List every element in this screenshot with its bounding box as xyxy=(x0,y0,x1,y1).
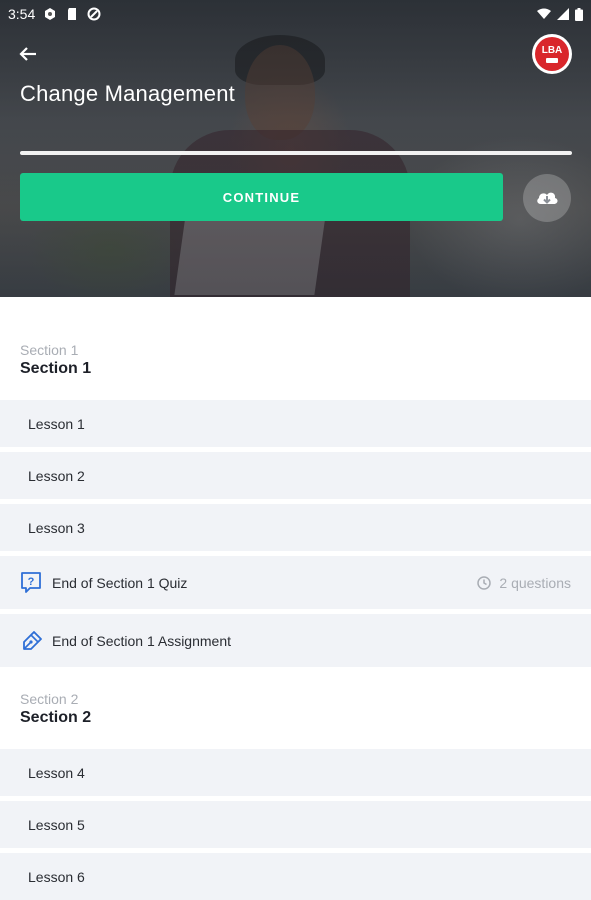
cell-signal-icon xyxy=(557,8,569,20)
lesson-row[interactable]: Lesson 5 xyxy=(0,801,591,848)
section-header: Section 2 Section 2 xyxy=(0,667,591,749)
lesson-row[interactable]: Lesson 6 xyxy=(0,853,591,900)
assignment-row[interactable]: End of Section 1 Assignment xyxy=(0,614,591,667)
school-logo: LBA xyxy=(532,34,572,74)
lesson-row[interactable]: Lesson 3 xyxy=(0,504,591,551)
lesson-label: Lesson 6 xyxy=(28,868,85,885)
lesson-row[interactable]: Lesson 1 xyxy=(0,400,591,447)
continue-button[interactable]: CONTINUE xyxy=(20,173,503,221)
lesson-row[interactable]: Lesson 2 xyxy=(0,452,591,499)
settings-status-icon xyxy=(45,8,56,20)
section-kicker: Section 1 xyxy=(20,342,79,358)
status-bar: 3:54 xyxy=(0,0,591,28)
lesson-label: Lesson 3 xyxy=(28,519,85,536)
status-time: 3:54 xyxy=(8,6,36,22)
battery-icon xyxy=(575,7,583,21)
graduation-cap-icon xyxy=(546,57,558,63)
lesson-label: Lesson 2 xyxy=(28,467,85,484)
cloud-download-icon xyxy=(537,192,558,204)
quiz-row[interactable]: ? End of Section 1 Quiz 2 questions xyxy=(0,556,591,609)
arrow-left-icon xyxy=(19,47,36,61)
course-hero-image xyxy=(0,0,591,297)
wifi-icon xyxy=(537,8,551,19)
section-header: Section 1 Section 1 xyxy=(0,297,591,400)
sd-card-icon xyxy=(68,8,77,20)
data-saver-icon xyxy=(87,7,101,21)
lesson-label: Lesson 4 xyxy=(28,764,85,781)
quiz-meta: 2 questions xyxy=(477,575,571,591)
quiz-icon: ? xyxy=(21,571,41,593)
svg-text:?: ? xyxy=(28,576,35,588)
section-title: Section 2 xyxy=(20,709,92,726)
section-title: Section 1 xyxy=(20,360,92,377)
clock-icon xyxy=(477,575,492,590)
lesson-label: Lesson 5 xyxy=(28,816,85,833)
section-kicker: Section 2 xyxy=(20,691,79,707)
quiz-question-count: 2 questions xyxy=(499,574,571,591)
download-button[interactable] xyxy=(523,174,571,222)
assignment-pen-icon xyxy=(23,630,42,650)
assignment-label: End of Section 1 Assignment xyxy=(52,632,231,649)
lesson-row[interactable]: Lesson 4 xyxy=(0,749,591,796)
logo-text: LBA xyxy=(541,44,563,56)
quiz-label: End of Section 1 Quiz xyxy=(52,574,188,591)
lesson-label: Lesson 1 xyxy=(28,415,85,432)
course-progress-fill xyxy=(20,151,572,155)
course-title: Change Management xyxy=(20,81,235,106)
back-button[interactable] xyxy=(14,40,42,68)
course-progress-bar xyxy=(20,151,572,155)
